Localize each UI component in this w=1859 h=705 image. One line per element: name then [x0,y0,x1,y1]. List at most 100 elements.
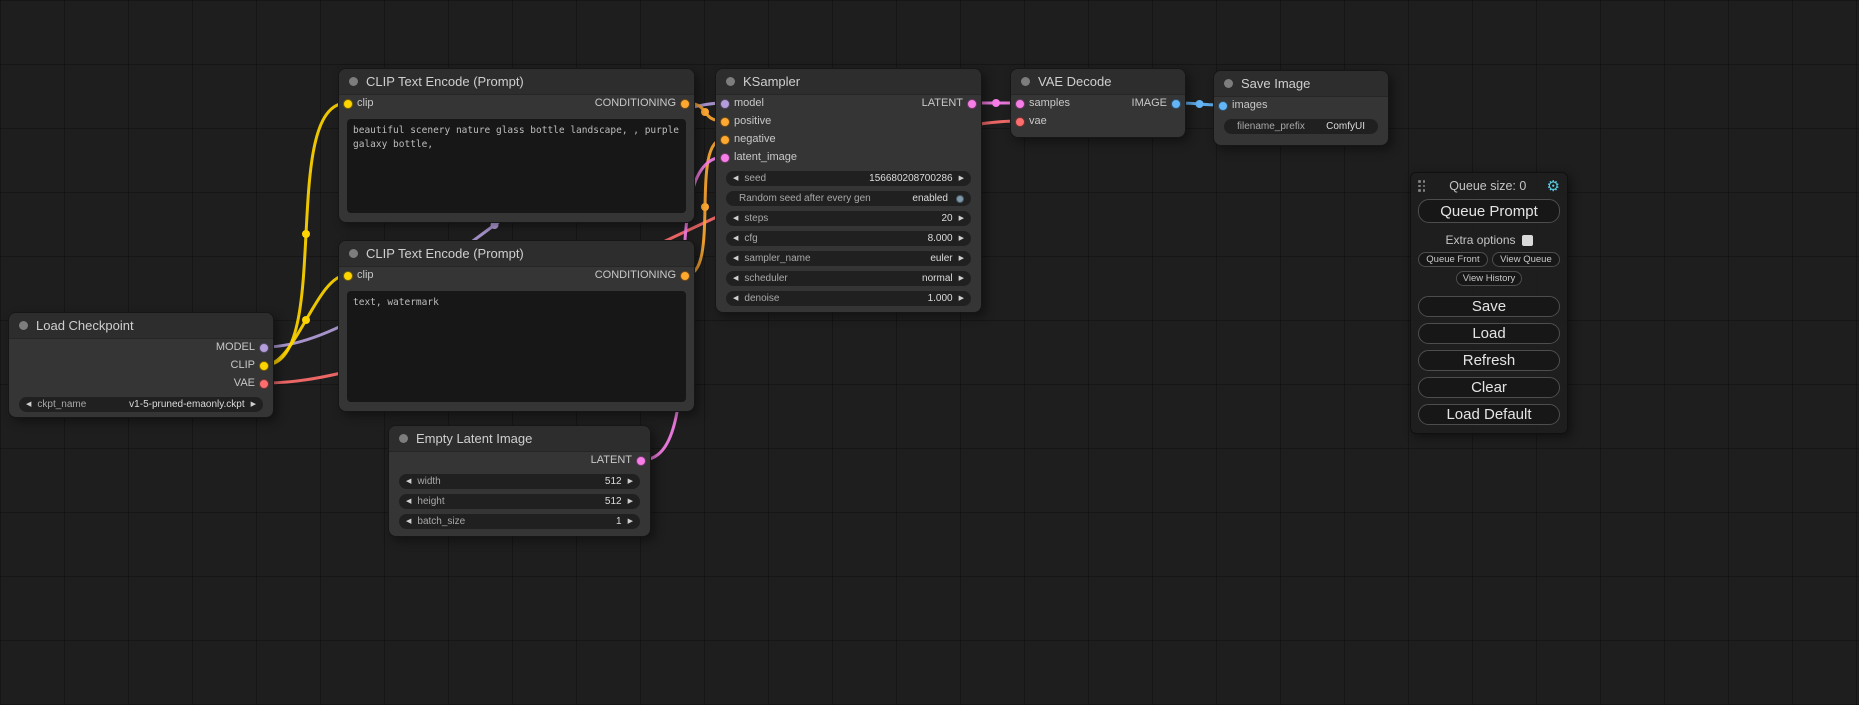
widget-width[interactable]: ◀width512▶ [399,474,640,489]
prompt-textarea[interactable]: text, watermark [347,291,686,402]
widget-ckpt-name[interactable]: ◀ckpt_namev1-5-pruned-emaonly.ckpt▶ [19,397,263,412]
output-slot-label: MODEL [216,341,255,353]
output-slot-VAE[interactable] [259,379,269,389]
node-save-image[interactable]: Save Imageimagesfilename_prefixComfyUI [1213,70,1389,146]
settings-gear-icon[interactable]: ⚙ [1547,179,1560,193]
input-slot-latent_image[interactable] [720,153,730,163]
decrement-arrow-icon[interactable]: ◀ [406,474,411,489]
increment-arrow-icon[interactable]: ▶ [628,474,633,489]
output-slot-CLIP[interactable] [259,361,269,371]
panel-drag-handle-icon[interactable] [1418,180,1429,192]
toggle-dot-icon[interactable] [956,195,964,203]
node-title: KSampler [743,74,800,89]
output-slot-IMAGE[interactable] [1171,99,1181,109]
collapse-dot-icon[interactable] [726,77,735,86]
output-slot-label: LATENT [591,454,632,466]
collapse-dot-icon[interactable] [399,434,408,443]
increment-arrow-icon[interactable]: ▶ [251,397,256,412]
node-title-bar[interactable]: Empty Latent Image [389,426,650,452]
input-slot-negative[interactable] [720,135,730,145]
increment-arrow-icon[interactable]: ▶ [628,514,633,529]
increment-arrow-icon[interactable]: ▶ [628,494,633,509]
widget-value: 1 [616,516,622,527]
widget-random-seed-after-every-gen[interactable]: Random seed after every genenabled [726,191,971,206]
node-title: VAE Decode [1038,74,1111,89]
decrement-arrow-icon[interactable]: ◀ [733,291,738,306]
queue-prompt-button[interactable]: Queue Prompt [1418,199,1560,223]
decrement-arrow-icon[interactable]: ◀ [733,171,738,186]
node-title: Load Checkpoint [36,318,134,333]
collapse-dot-icon[interactable] [349,77,358,86]
decrement-arrow-icon[interactable]: ◀ [733,251,738,266]
widget-batch-size[interactable]: ◀batch_size1▶ [399,514,640,529]
collapse-dot-icon[interactable] [349,249,358,258]
input-slot-samples[interactable] [1015,99,1025,109]
prompt-textarea[interactable]: beautiful scenery nature glass bottle la… [347,119,686,213]
collapse-dot-icon[interactable] [19,321,28,330]
node-title-bar[interactable]: KSampler [716,69,981,95]
output-slot-LATENT[interactable] [967,99,977,109]
collapse-dot-icon[interactable] [1224,79,1233,88]
decrement-arrow-icon[interactable]: ◀ [406,494,411,509]
node-title: CLIP Text Encode (Prompt) [366,246,524,261]
view-history-button[interactable]: View History [1456,271,1523,286]
queue-panel: Queue size: 0 ⚙ Queue Prompt Extra optio… [1410,172,1568,434]
output-slot-CONDITIONING[interactable] [680,99,690,109]
node-title-bar[interactable]: VAE Decode [1011,69,1185,95]
decrement-arrow-icon[interactable]: ◀ [733,271,738,286]
decrement-arrow-icon[interactable]: ◀ [733,211,738,226]
load-button[interactable]: Load [1418,323,1560,344]
input-slot-clip[interactable] [343,99,353,109]
widget-sampler-name[interactable]: ◀sampler_nameeuler▶ [726,251,971,266]
increment-arrow-icon[interactable]: ▶ [959,231,964,246]
refresh-button[interactable]: Refresh [1418,350,1560,371]
widget-value: v1-5-pruned-emaonly.ckpt [129,399,244,410]
widget-cfg[interactable]: ◀cfg8.000▶ [726,231,971,246]
increment-arrow-icon[interactable]: ▶ [959,251,964,266]
widget-denoise[interactable]: ◀denoise1.000▶ [726,291,971,306]
node-vae-decode[interactable]: VAE DecodesamplesIMAGEvae [1010,68,1186,138]
input-slot-clip[interactable] [343,271,353,281]
decrement-arrow-icon[interactable]: ◀ [26,397,31,412]
input-slot-vae[interactable] [1015,117,1025,127]
view-queue-button[interactable]: View Queue [1492,252,1560,267]
node-graph-canvas[interactable]: Queue size: 0 ⚙ Queue Prompt Extra optio… [0,0,1859,705]
wire-midpoint-dot [302,316,310,324]
node-clip-text-encode-negative[interactable]: CLIP Text Encode (Prompt)clipCONDITIONIN… [338,240,695,412]
decrement-arrow-icon[interactable]: ◀ [733,231,738,246]
increment-arrow-icon[interactable]: ▶ [959,291,964,306]
collapse-dot-icon[interactable] [1021,77,1030,86]
node-title-bar[interactable]: CLIP Text Encode (Prompt) [339,241,694,267]
node-empty-latent-image[interactable]: Empty Latent Image LATENT ◀width512▶ ◀heigh… [388,425,651,537]
queue-front-button[interactable]: Queue Front [1418,252,1488,267]
node-title: CLIP Text Encode (Prompt) [366,74,524,89]
output-slot-CONDITIONING[interactable] [680,271,690,281]
increment-arrow-icon[interactable]: ▶ [959,271,964,286]
widget-seed[interactable]: ◀seed156680208700286▶ [726,171,971,186]
node-title-bar[interactable]: Save Image [1214,71,1388,97]
increment-arrow-icon[interactable]: ▶ [959,211,964,226]
extra-options-checkbox[interactable] [1522,235,1533,246]
clear-button[interactable]: Clear [1418,377,1560,398]
widget-filename-prefix[interactable]: filename_prefixComfyUI [1224,119,1378,134]
node-ksampler[interactable]: KSamplermodelLATENTpositivenegativelaten… [715,68,982,313]
output-slot-label: CONDITIONING [595,269,676,281]
decrement-arrow-icon[interactable]: ◀ [406,514,411,529]
load-default-button[interactable]: Load Default [1418,404,1560,425]
widget-steps[interactable]: ◀steps20▶ [726,211,971,226]
widget-label: cfg [744,233,757,244]
output-slot-LATENT[interactable] [636,456,646,466]
widget-label: Random seed after every gen [739,193,871,204]
node-title-bar[interactable]: Load Checkpoint [9,313,273,339]
node-clip-text-encode-positive[interactable]: CLIP Text Encode (Prompt)clipCONDITIONIN… [338,68,695,223]
increment-arrow-icon[interactable]: ▶ [959,171,964,186]
save-button[interactable]: Save [1418,296,1560,317]
input-slot-positive[interactable] [720,117,730,127]
node-title-bar[interactable]: CLIP Text Encode (Prompt) [339,69,694,95]
input-slot-images[interactable] [1218,101,1228,111]
input-slot-model[interactable] [720,99,730,109]
output-slot-MODEL[interactable] [259,343,269,353]
widget-scheduler[interactable]: ◀schedulernormal▶ [726,271,971,286]
node-load-checkpoint[interactable]: Load CheckpointMODELCLIPVAE◀ckpt_namev1-… [8,312,274,418]
widget-height[interactable]: ◀height512▶ [399,494,640,509]
